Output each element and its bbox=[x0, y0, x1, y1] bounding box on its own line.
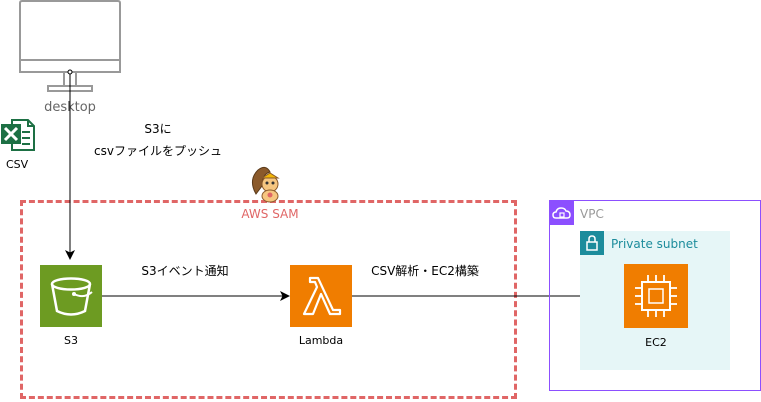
lambda-icon bbox=[302, 276, 342, 316]
desktop-edge-anchor bbox=[67, 69, 73, 75]
s3-node bbox=[40, 265, 102, 327]
private-subnet-label: Private subnet bbox=[611, 237, 698, 251]
chip-icon bbox=[635, 275, 677, 317]
s3-label: S3 bbox=[64, 334, 78, 347]
lambda-label: Lambda bbox=[298, 334, 344, 347]
ec2-label: EC2 bbox=[645, 336, 667, 349]
ec2-node bbox=[624, 264, 688, 328]
lambda-to-ec2-label: CSV解析・EC2構築 bbox=[371, 264, 479, 278]
lambda-node bbox=[290, 265, 352, 327]
vpc-cloud-icon bbox=[550, 201, 574, 225]
lock-icon bbox=[580, 231, 604, 255]
bucket-icon bbox=[50, 277, 93, 316]
vpc-label: VPC bbox=[580, 207, 604, 221]
s3-to-lambda-label: S3イベント通知 bbox=[141, 264, 229, 278]
